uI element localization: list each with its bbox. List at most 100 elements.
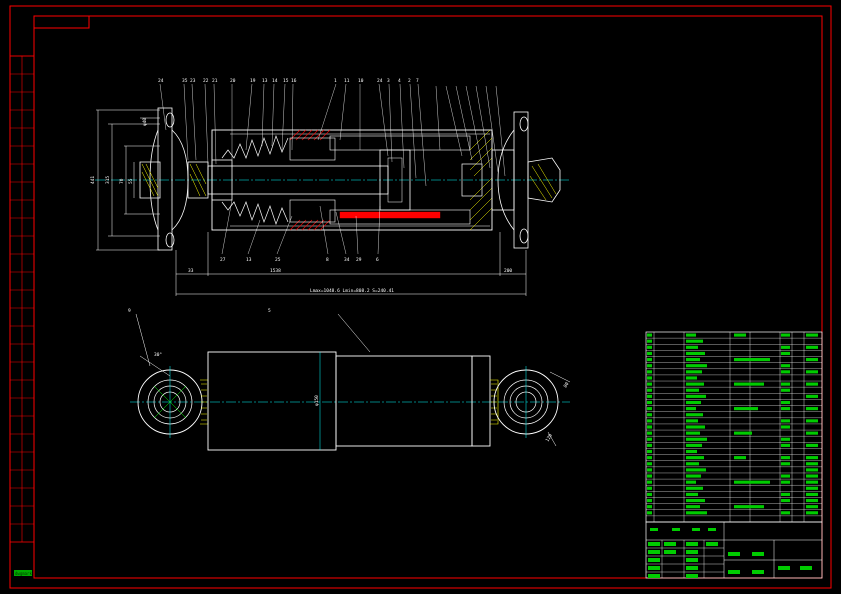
title-cell-text <box>648 558 660 562</box>
balloon-leader <box>261 83 265 147</box>
dim-left-c: 70 <box>119 178 125 184</box>
title-cell-text <box>686 542 698 546</box>
balloon-label: 24 <box>377 78 383 84</box>
table-cell-index <box>647 400 652 405</box>
balloon-leader <box>399 83 405 169</box>
table-cell-index <box>647 370 652 374</box>
table-cell-qty <box>781 437 790 441</box>
balloon-label: 13 <box>246 257 252 263</box>
balloon-label: 21 <box>212 78 218 84</box>
table-cell-qty <box>781 425 790 429</box>
table-cell-index <box>647 413 652 417</box>
table-cell-qty <box>781 419 790 423</box>
balloon-leader <box>191 83 197 161</box>
table-cell-index <box>647 437 652 441</box>
title-cell-text <box>686 566 698 570</box>
table-cell-qty <box>781 474 790 478</box>
balloon-leader <box>335 211 347 255</box>
table-cell-index <box>647 511 652 515</box>
balloon-leader <box>291 83 294 151</box>
title-header-text <box>708 528 716 531</box>
balloon-label: 11 <box>344 78 350 84</box>
table-cell-qty <box>781 443 790 447</box>
title-cell-text <box>648 542 660 546</box>
title-cell-text <box>752 570 764 574</box>
parts-list-table <box>645 331 823 523</box>
table-cell-note <box>806 486 818 490</box>
balloon-leader <box>495 85 506 177</box>
balloon-leader <box>159 83 167 131</box>
title-cell-text <box>664 550 676 554</box>
table-cell-text <box>686 382 704 386</box>
table-cell-qty <box>781 364 790 368</box>
balloon-label: 16 <box>291 78 297 84</box>
table-cell-text <box>686 400 701 405</box>
balloon-label: 34 <box>344 257 350 263</box>
table-cell-index <box>647 388 652 392</box>
dim-bottom-mid: 1538 <box>270 268 281 274</box>
dim-left-a: 441 <box>90 176 96 184</box>
balloon-leaders-bottom <box>221 199 381 255</box>
table-cell-qty <box>781 370 790 374</box>
table-cell-text <box>686 376 697 380</box>
balloon-leader <box>204 83 209 165</box>
balloon-labels-top: 24 35 23 22 21 20 19 13 14 15 16 1 11 10 24 3 4 2 7 <box>158 78 419 84</box>
table-cell-text <box>686 462 699 466</box>
table-cell-index <box>647 498 652 503</box>
title-cell-text <box>800 566 812 570</box>
table-cell-material <box>734 431 752 435</box>
table-cell-text <box>686 407 696 411</box>
dim-bottom-short: 33 <box>188 268 194 274</box>
outer-frame <box>9 5 832 589</box>
table-cell-text <box>686 492 698 496</box>
title-header-text <box>692 528 700 531</box>
cad-drawing-canvas: 441 315 70 55 φ40 33 1538 200 Lmax=1048.… <box>9 5 832 589</box>
table-cell-text <box>686 358 700 362</box>
table-cell-note <box>806 474 818 478</box>
balloon-label: 6 <box>376 257 379 263</box>
balloon-leader <box>245 83 253 151</box>
table-cell-qty <box>781 333 790 337</box>
dim-right-a: 80 <box>563 381 571 389</box>
table-cell-index <box>647 425 652 429</box>
table-cell-text <box>686 339 703 343</box>
table-cell-note <box>806 431 818 435</box>
balloon-leader <box>378 83 389 157</box>
table-cell-index <box>647 339 652 343</box>
balloon-label: 8 <box>326 257 329 263</box>
table-cell-material <box>734 505 764 509</box>
table-cell-note <box>806 407 818 411</box>
table-cell-qty <box>781 345 790 349</box>
balloon-leader <box>465 85 483 165</box>
table-cell-text <box>686 425 705 429</box>
table-cell-text <box>686 480 696 484</box>
table-cell-index <box>647 492 652 496</box>
balloon-label: 4 <box>398 78 401 84</box>
table-cell-qty <box>781 511 790 515</box>
balloon-leader <box>445 85 463 157</box>
table-cell-note <box>806 492 818 496</box>
title-cell-text <box>686 558 698 562</box>
table-cell-qty <box>781 492 790 496</box>
title-header-text <box>672 528 680 531</box>
balloon-leader <box>247 219 261 255</box>
balloon-label: 10 <box>358 78 364 84</box>
title-cell-text <box>686 550 698 554</box>
table-cell-qty <box>781 498 790 503</box>
table-cell-index <box>647 431 652 435</box>
table-cell-text <box>686 443 702 447</box>
balloon-label: 14 <box>272 78 278 84</box>
table-cell-index <box>647 449 652 454</box>
bottom-exterior-view: 9 5 30° φ150 80 120 <box>128 308 571 451</box>
table-cell-index <box>647 382 652 386</box>
table-cell-text <box>686 394 706 398</box>
binding-strip <box>9 55 35 543</box>
title-cell-text <box>728 570 740 574</box>
table-cell-index <box>647 443 652 447</box>
table-cell-index <box>647 345 652 349</box>
table-cell-material <box>734 456 746 460</box>
table-cell-index <box>647 358 652 362</box>
balloon-label: 19 <box>250 78 256 84</box>
table-cell-qty <box>781 388 790 392</box>
table-cell-index <box>647 394 652 398</box>
